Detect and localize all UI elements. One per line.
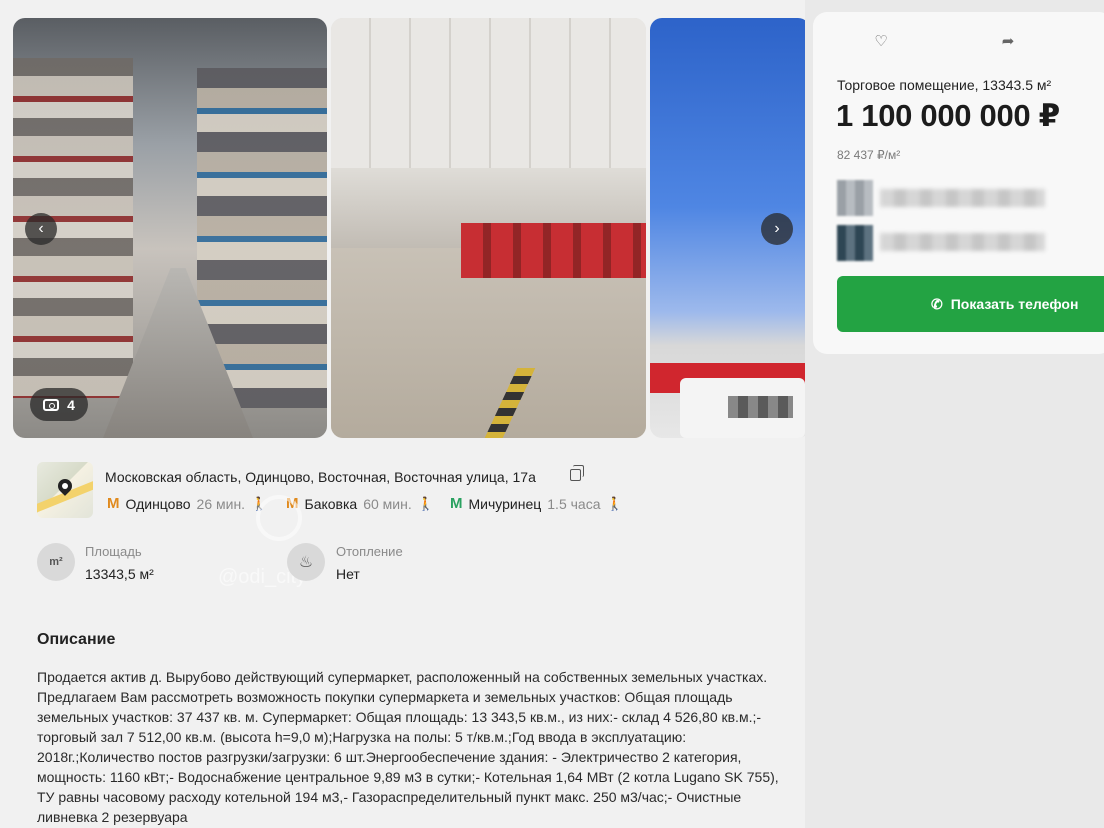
walk-icon: 🚶 [417,495,434,511]
metro-icon: M [450,495,463,512]
chevron-left-icon: ‹ [38,220,44,237]
photo-count-badge[interactable]: 4 [30,388,88,421]
description-text: Продается актив д. Вырубово действующий … [37,669,779,825]
phone-icon: ✆ [931,295,943,312]
favorite-button[interactable]: ♡ [870,30,892,52]
checkout-counters [461,223,646,278]
property-kind: Торговое помещение, 13343.5 м² [837,77,1052,93]
area-icon: m² [37,543,75,581]
agency-logo[interactable] [837,225,873,261]
metro-name: Одинцово [125,495,191,512]
agency-name-blurred[interactable] [880,233,1045,251]
map-thumbnail[interactable] [37,462,93,518]
metro-station-michurinets[interactable]: M Мичуринец 1.5 часа 🚶 [450,495,623,512]
metro-time: 26 мин. [196,495,246,512]
show-phone-button[interactable]: ✆ Показать телефон [837,276,1104,332]
metro-station-odintsovo[interactable]: M Одинцово 26 мин. 🚶 [107,495,267,512]
gallery-prev-button[interactable]: ‹ [25,213,57,245]
agent-avatar[interactable] [837,180,873,216]
metro-icon: M [107,495,120,512]
price-per-m2: 82 437 ₽/м² [837,148,901,162]
gallery-photo-warehouse-aisle[interactable] [13,18,327,438]
metro-time: 1.5 часа [547,495,601,512]
heating-value: Нет [336,566,360,582]
metro-name: Баковка [304,495,358,512]
gallery-photo-checkout-area[interactable] [331,18,646,438]
chevron-right-icon: › [774,220,780,237]
area-value: 13343,5 м² [85,566,154,582]
photo-count: 4 [67,396,75,413]
copy-icon[interactable] [570,465,584,481]
gallery-next-button[interactable]: › [761,213,793,245]
show-phone-label: Показать телефон [950,296,1079,312]
metro-time: 60 мин. [363,495,412,512]
watermark-logo [256,495,302,541]
heating-label: Отопление [336,544,403,559]
agent-name-blurred[interactable] [880,189,1045,207]
walk-icon: 🚶 [606,495,623,511]
price: 1 100 000 000 ₽ [836,98,1060,133]
share-button[interactable]: ➦ [997,30,1019,52]
share-icon: ➦ [1001,33,1015,50]
address-text: Московская область, Одинцово, Восточная,… [105,469,536,485]
area-label: Площадь [85,544,142,559]
heating-icon: ♨ [287,543,325,581]
description-title: Описание [37,631,116,648]
camera-icon [43,398,60,411]
heart-icon: ♡ [874,33,888,50]
ceiling [331,18,646,168]
photo-gallery: ‹ › 4 [13,18,805,438]
blurred-plate [728,396,793,418]
metro-name: Мичуринец [468,495,542,512]
metro-station-bakovka[interactable]: M Баковка 60 мин. 🚶 [286,495,434,512]
